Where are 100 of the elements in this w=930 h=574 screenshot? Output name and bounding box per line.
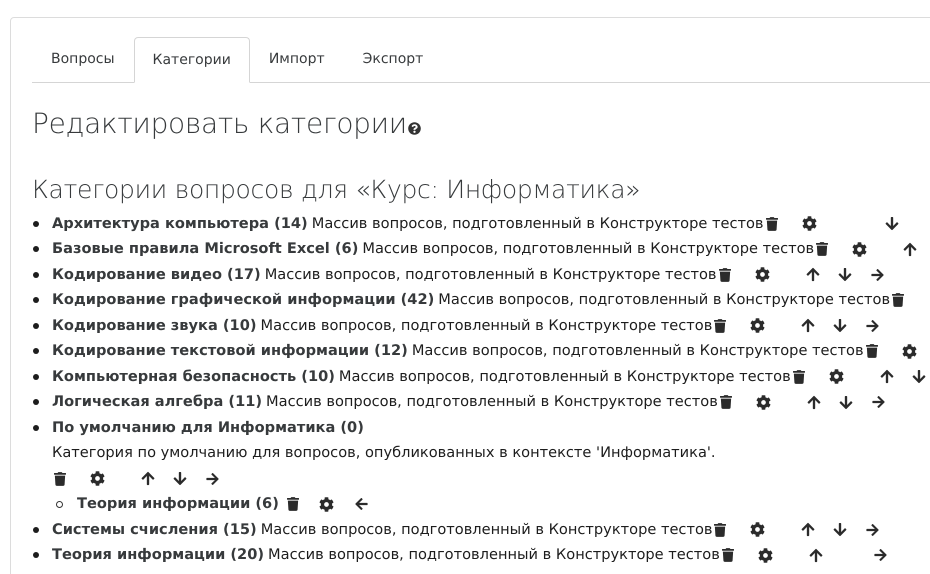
arrow-up-icon bbox=[141, 471, 155, 486]
arrow-down-icon bbox=[833, 318, 848, 334]
delete-link[interactable] bbox=[714, 522, 726, 537]
arrow-down-link[interactable] bbox=[838, 267, 852, 282]
settings-icon bbox=[754, 267, 770, 282]
settings-link[interactable] bbox=[90, 471, 105, 486]
bullet bbox=[33, 246, 39, 252]
settings-icon bbox=[758, 548, 773, 563]
delete-icon bbox=[792, 370, 805, 384]
arrow-down-link[interactable] bbox=[173, 471, 187, 486]
settings-link[interactable] bbox=[802, 216, 817, 232]
arrow-down-icon bbox=[838, 394, 853, 410]
delete-link[interactable] bbox=[792, 370, 805, 384]
delete-link[interactable] bbox=[286, 497, 299, 512]
settings-link[interactable] bbox=[750, 318, 766, 334]
tab[interactable]: Импорт bbox=[250, 36, 344, 82]
arrow-down-link[interactable] bbox=[838, 394, 853, 410]
arrow-down-icon bbox=[884, 216, 899, 232]
delete-link[interactable] bbox=[720, 395, 732, 410]
arrow-up-icon bbox=[806, 267, 820, 282]
bullet bbox=[33, 220, 39, 227]
settings-link[interactable] bbox=[318, 496, 334, 512]
arrow-right-icon bbox=[865, 318, 880, 333]
delete-link[interactable] bbox=[714, 318, 726, 333]
delete-icon bbox=[892, 293, 904, 308]
arrow-right-link[interactable] bbox=[872, 548, 888, 562]
bullet bbox=[33, 348, 39, 354]
arrow-down-link[interactable] bbox=[884, 216, 899, 232]
arrow-up-link[interactable] bbox=[141, 471, 155, 486]
arrow-up-link[interactable] bbox=[880, 369, 894, 384]
arrow-right-icon bbox=[870, 268, 884, 282]
category-description: Массив вопросов, подготовленный в Конструкторе тестов bbox=[312, 214, 764, 234]
delete-icon bbox=[54, 472, 66, 486]
category-name: Логическая алгебра (11) bbox=[52, 392, 262, 412]
category-name: Теория информации (20) bbox=[52, 545, 264, 566]
category-description: Категория по умолчанию для вопросов, опубликованных в контексте 'Информатика'. bbox=[52, 443, 716, 464]
bullet bbox=[56, 500, 63, 508]
arrow-up-link[interactable] bbox=[801, 318, 816, 334]
delete-link[interactable] bbox=[866, 344, 878, 358]
bullet bbox=[33, 399, 39, 406]
arrow-up-link[interactable] bbox=[806, 394, 821, 410]
arrow-right-link[interactable] bbox=[870, 268, 884, 282]
category-description: Массив вопросов, подготовленный в Конструкторе тестов bbox=[264, 264, 716, 285]
delete-icon bbox=[722, 548, 734, 562]
tab[interactable]: Экспорт bbox=[344, 36, 442, 82]
settings-link[interactable] bbox=[750, 522, 766, 538]
settings-link[interactable] bbox=[756, 394, 771, 410]
category-name: Архитектура компьютера (14) bbox=[52, 214, 308, 234]
arrow-left-icon bbox=[354, 497, 369, 512]
arrow-right-icon bbox=[205, 472, 220, 486]
arrow-up-link[interactable] bbox=[808, 548, 823, 563]
arrow-up-icon bbox=[880, 369, 894, 384]
tab[interactable]: Вопросы bbox=[32, 36, 134, 82]
category-name: Системы счисления (15) bbox=[52, 520, 257, 540]
arrow-down-icon bbox=[912, 369, 926, 384]
arrow-up-icon bbox=[801, 318, 816, 334]
settings-link[interactable] bbox=[754, 267, 770, 282]
arrow-up-link[interactable] bbox=[801, 522, 816, 538]
bullet bbox=[33, 424, 39, 431]
delete-link[interactable] bbox=[766, 216, 778, 231]
category-description: Массив вопросов, подготовленный в Конструкторе тестов bbox=[412, 341, 864, 362]
delete-icon bbox=[714, 522, 726, 537]
settings-icon bbox=[90, 471, 105, 486]
arrow-down-link[interactable] bbox=[912, 369, 926, 384]
delete-icon bbox=[866, 344, 878, 358]
arrow-down-link[interactable] bbox=[833, 522, 848, 538]
arrow-up-link[interactable] bbox=[806, 267, 820, 282]
arrow-up-link[interactable] bbox=[903, 242, 918, 257]
delete-link[interactable] bbox=[722, 548, 734, 562]
arrow-right-link[interactable] bbox=[870, 395, 886, 410]
delete-link[interactable] bbox=[892, 293, 904, 308]
settings-link[interactable] bbox=[758, 548, 773, 563]
page-heading: Редактировать категории bbox=[32, 106, 407, 142]
settings-link[interactable] bbox=[852, 242, 868, 257]
category-description: Массив вопросов, подготовленный в Конструкторе тестов bbox=[338, 366, 791, 387]
category-description: Массив вопросов, подготовленный в Конструкторе тестов bbox=[266, 392, 718, 412]
arrow-up-icon bbox=[808, 548, 823, 563]
delete-link[interactable] bbox=[54, 472, 66, 486]
help-icon[interactable] bbox=[408, 122, 421, 135]
settings-link[interactable] bbox=[828, 369, 844, 384]
category-description: Массив вопросов, подготовленный в Конструкторе тестов bbox=[268, 545, 720, 566]
arrow-right-icon bbox=[865, 522, 880, 537]
arrow-right-link[interactable] bbox=[205, 472, 220, 486]
arrow-right-link[interactable] bbox=[865, 522, 880, 537]
settings-link[interactable] bbox=[902, 344, 917, 359]
arrow-up-icon bbox=[801, 522, 816, 538]
arrow-left-link[interactable] bbox=[354, 497, 369, 512]
delete-link[interactable] bbox=[816, 242, 828, 256]
arrow-right-link[interactable] bbox=[865, 318, 880, 333]
delete-link[interactable] bbox=[718, 268, 730, 282]
settings-icon bbox=[750, 318, 766, 334]
settings-icon bbox=[852, 242, 868, 257]
arrow-down-link[interactable] bbox=[833, 318, 848, 334]
bullet bbox=[33, 297, 39, 304]
settings-icon bbox=[902, 344, 917, 359]
category-description: Массив вопросов, подготовленный в Конструкторе тестов bbox=[362, 239, 814, 260]
category-description: Массив вопросов, подготовленный в Конструкторе тестов bbox=[260, 520, 712, 540]
settings-icon bbox=[750, 522, 766, 538]
tab[interactable]: Категории bbox=[134, 37, 250, 83]
bullet bbox=[33, 552, 39, 558]
